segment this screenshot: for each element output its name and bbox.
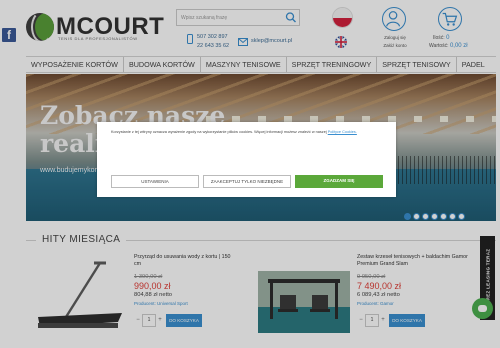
accept-all-button[interactable]: ZGADZAM SIĘ <box>295 175 383 188</box>
cookie-dialog: Korzystanie z tej witryny oznacza wyraże… <box>97 122 396 197</box>
cookie-policy-link[interactable]: Polityce Cookies. <box>328 130 357 134</box>
cookie-message: Korzystanie z tej witryny oznacza wyraże… <box>111 130 327 134</box>
cookie-text: Korzystanie z tej witryny oznacza wyraże… <box>111 130 386 134</box>
accept-necessary-button[interactable]: ZAAKCEPTUJ TYLKO NIEZBĘDNE <box>203 175 291 188</box>
cookie-settings-button[interactable]: USTAWIENIA <box>111 175 199 188</box>
